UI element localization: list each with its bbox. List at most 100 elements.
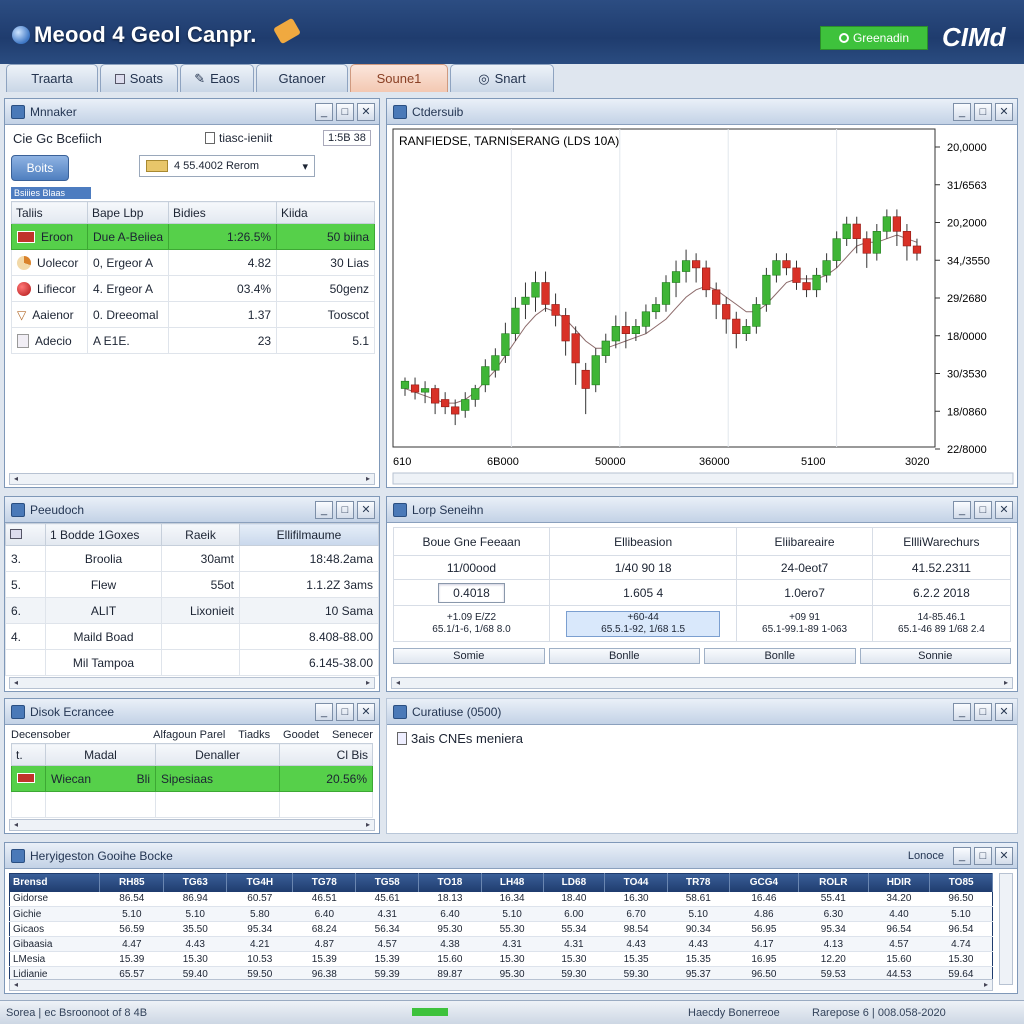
table-row[interactable]: Uolecor 0, Ergeor A 4.82 30 Lias <box>11 249 375 276</box>
maximize-button[interactable]: □ <box>974 846 992 865</box>
close-button[interactable]: ✕ <box>357 102 375 121</box>
minimize-button[interactable]: _ <box>953 702 971 721</box>
table-row[interactable]: Adecio A E1E. 23 5.1 <box>11 327 375 354</box>
column-header[interactable]: GCG4 <box>729 873 800 892</box>
column-header[interactable]: t. <box>11 743 46 766</box>
scroll-left-icon[interactable]: ◂ <box>10 474 22 484</box>
table-row[interactable]: 4. Maild Boad 8.408-88.00 <box>5 623 379 650</box>
column-header[interactable]: TO85 <box>929 873 993 892</box>
horizontal-scrollbar[interactable]: ◂ ▸ <box>391 677 1013 689</box>
tab-3[interactable]: Gtanoer <box>256 64 348 92</box>
maximize-button[interactable]: □ <box>336 500 354 519</box>
close-button[interactable]: ✕ <box>357 702 375 721</box>
column-header[interactable]: Taliis <box>11 201 88 224</box>
table-row[interactable]: 5. Flew 55ot 1.1.2Z 3ams <box>5 571 379 598</box>
column-header[interactable]: RH85 <box>99 873 165 892</box>
maximize-button[interactable]: □ <box>336 702 354 721</box>
scroll-right-icon[interactable]: ▸ <box>980 980 992 990</box>
column-header[interactable]: ROLR <box>798 873 869 892</box>
table-row[interactable]: 6. ALIT Lixonieit 10 Sama <box>5 597 379 624</box>
scroll-right-icon[interactable]: ▸ <box>362 678 374 688</box>
scroll-left-icon[interactable]: ◂ <box>392 678 404 688</box>
column-header[interactable]: Cl Bis <box>279 743 373 766</box>
table-row[interactable]: Gichie 5.10 5.10 5.80 6.40 4.31 6.40 5.10 6.00 6.… <box>9 906 993 922</box>
selected-quote[interactable]: +60-44 65.5.1-92, 1/68 1.5 <box>565 610 721 637</box>
close-button[interactable]: ✕ <box>995 102 1013 121</box>
scroll-right-icon[interactable]: ▸ <box>362 820 374 830</box>
minimize-button[interactable]: _ <box>953 102 971 121</box>
boits-button[interactable]: Boits <box>11 155 69 181</box>
table-row[interactable]: Gicaos 56.59 35.50 95.34 68.24 56.34 95.30 55.3… <box>9 921 993 937</box>
action-button-1[interactable]: Somie <box>393 648 545 664</box>
horizontal-scrollbar[interactable]: ◂ ▸ <box>9 473 375 485</box>
minimize-button[interactable]: _ <box>953 846 971 865</box>
tab-2[interactable]: ✎ Eaos <box>180 64 254 92</box>
column-header[interactable]: 1 Bodde 1Goxes <box>45 523 162 546</box>
column-header[interactable]: TO44 <box>604 873 668 892</box>
column-header[interactable]: TG4H <box>226 873 294 892</box>
table-row[interactable]: 3. Broolia 30amt 18:48.2ama <box>5 545 379 572</box>
price-chart[interactable]: RANFIEDSE, TARNISERANG (LDS 10A) 20,0000… <box>387 125 1017 487</box>
minimize-button[interactable]: _ <box>953 500 971 519</box>
column-header[interactable]: Eliibareaire <box>736 527 873 556</box>
column-header[interactable] <box>5 523 46 546</box>
horizontal-scrollbar[interactable]: ◂ ▸ <box>9 979 993 991</box>
action-button-2[interactable]: Bonlle <box>548 648 700 664</box>
column-header[interactable]: Boue Gne Feeaan <box>393 527 550 556</box>
action-button-4[interactable]: Sonnie <box>859 648 1011 664</box>
column-header[interactable]: LH48 <box>481 873 544 892</box>
tab-0[interactable]: Traarta <box>6 64 98 92</box>
column-header[interactable]: Kiida <box>276 201 375 224</box>
horizontal-scrollbar[interactable]: ◂ ▸ <box>9 677 375 689</box>
horizontal-scrollbar[interactable] <box>392 472 1014 485</box>
column-header[interactable]: Bape Lbp <box>86 201 170 224</box>
maximize-button[interactable]: □ <box>974 702 992 721</box>
table-row[interactable]: Wiecan Bli Sipesiaas 20.56% <box>11 765 373 792</box>
column-header[interactable]: TG58 <box>355 873 420 892</box>
scroll-left-icon[interactable]: ◂ <box>10 980 22 990</box>
tab-4[interactable]: Soune1 <box>350 64 448 92</box>
column-header[interactable]: LD68 <box>543 873 606 892</box>
column-header[interactable]: Bidies <box>168 201 278 224</box>
table-row[interactable]: Gibaasia 4.47 4.43 4.21 4.87 4.57 4.38 4.31 4.31… <box>9 936 993 952</box>
table-row[interactable]: ▽ Aaienor 0. Dreeomal 1.37 Tooscot <box>11 301 375 328</box>
quote-input[interactable]: 0.4018 <box>438 582 505 603</box>
column-header[interactable]: HDIR <box>868 873 931 892</box>
close-button[interactable]: ✕ <box>995 500 1013 519</box>
column-header[interactable]: Ellibeasion <box>548 527 738 556</box>
table-row[interactable] <box>11 791 373 818</box>
column-header[interactable]: EllliWarechurs <box>871 527 1012 556</box>
close-button[interactable]: ✕ <box>995 702 1013 721</box>
connection-status-button[interactable]: Greenadin <box>820 26 928 50</box>
symbol-combo[interactable]: 4 55.4002 Rerom ▾ <box>139 155 315 177</box>
column-header[interactable]: TR78 <box>667 873 730 892</box>
scroll-left-icon[interactable]: ◂ <box>10 820 22 830</box>
column-header[interactable]: Ellifilmaume <box>239 523 379 546</box>
action-button-3[interactable]: Bonlle <box>704 648 856 664</box>
scroll-left-icon[interactable]: ◂ <box>10 678 22 688</box>
table-row[interactable]: Gidorse 86.54 86.94 60.57 46.51 45.61 18.13 16.… <box>9 891 993 907</box>
column-header[interactable]: Raeik <box>161 523 240 546</box>
minimize-button[interactable]: _ <box>315 702 333 721</box>
maximize-button[interactable]: □ <box>336 102 354 121</box>
minimize-button[interactable]: _ <box>315 102 333 121</box>
close-button[interactable]: ✕ <box>357 500 375 519</box>
minimize-button[interactable]: _ <box>315 500 333 519</box>
vertical-scrollbar[interactable] <box>999 873 1013 985</box>
column-header[interactable]: Denaller <box>155 743 280 766</box>
column-header[interactable]: TG63 <box>163 873 228 892</box>
column-header[interactable]: Brensd <box>9 873 101 892</box>
maximize-button[interactable]: □ <box>974 500 992 519</box>
table-row[interactable]: Eroon Due A-Beiiea 1:26.5% 50 biina <box>11 223 375 250</box>
table-row[interactable]: Mil Tampoa 6.145-38.00 <box>5 649 379 676</box>
column-header[interactable]: TO18 <box>418 873 482 892</box>
scroll-right-icon[interactable]: ▸ <box>1000 678 1012 688</box>
table-row[interactable]: LMesia 15.39 15.30 10.53 15.39 15.39 15.60 15.3… <box>9 951 993 967</box>
tab-1[interactable]: Soats <box>100 64 178 92</box>
scroll-right-icon[interactable]: ▸ <box>362 474 374 484</box>
table-row[interactable]: Lifiecor 4. Ergeor A 03.4% 50genz <box>11 275 375 302</box>
close-button[interactable]: ✕ <box>995 846 1013 865</box>
maximize-button[interactable]: □ <box>974 102 992 121</box>
column-header[interactable]: Madal <box>45 743 156 766</box>
column-header[interactable]: TG78 <box>292 873 357 892</box>
